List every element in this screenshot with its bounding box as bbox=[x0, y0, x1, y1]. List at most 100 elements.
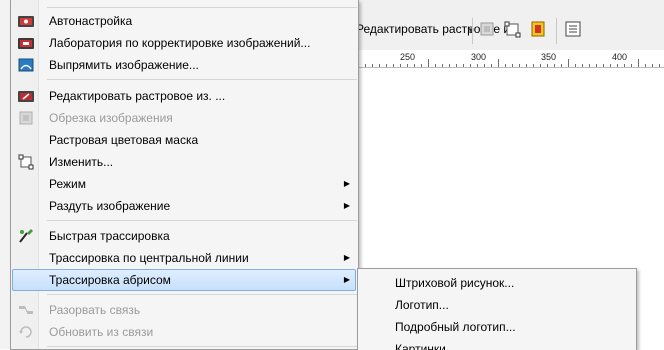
edit-bitmap-icon bbox=[17, 87, 35, 105]
menu-item-crop-bitmap[interactable]: Обрезка изображения bbox=[12, 107, 356, 129]
submenu-item-detailed-logo[interactable]: Подробный логотип... bbox=[358, 316, 636, 338]
ruler-tick bbox=[624, 64, 625, 67]
ruler-tick bbox=[596, 64, 597, 67]
menu-item-label: Растровая цветовая маска bbox=[49, 133, 199, 147]
menu-item-label: Обновить из связи bbox=[49, 325, 154, 339]
ruler-tick bbox=[575, 64, 576, 67]
menu-item-label: Лаборатория по корректировке изображений… bbox=[49, 36, 311, 50]
ruler-tick bbox=[582, 64, 583, 67]
menu-item-autoadjust[interactable]: Автонастройка bbox=[12, 10, 356, 32]
menu-separator bbox=[47, 7, 357, 8]
outline-trace-submenu: Штриховой рисунок... Логотип... Подробны… bbox=[357, 268, 637, 350]
ruler-tick bbox=[407, 64, 408, 67]
ruler-tick bbox=[645, 64, 646, 67]
ruler-tick bbox=[659, 64, 660, 67]
ruler-tick bbox=[414, 64, 415, 67]
menu-item-label: Режим bbox=[49, 177, 86, 191]
resample-icon bbox=[17, 153, 35, 171]
ruler-tick bbox=[526, 64, 527, 67]
ruler-label: 400 bbox=[612, 52, 628, 62]
submenu-arrow-icon: ▶ bbox=[343, 275, 350, 284]
menu-item-label: Трассировка абрисом bbox=[49, 273, 171, 287]
ruler-tick bbox=[477, 64, 478, 67]
submenu-item-clipart[interactable]: Картинки bbox=[358, 338, 636, 350]
trace-options-icon[interactable] bbox=[564, 20, 582, 38]
toolbar-divider bbox=[556, 18, 557, 44]
ruler-tick bbox=[547, 64, 548, 67]
ruler-tick bbox=[589, 64, 590, 67]
toolbar-divider bbox=[472, 18, 473, 44]
menu-item-label: Обрезка изображения bbox=[49, 111, 173, 125]
submenu-item-line-art[interactable]: Штриховой рисунок... bbox=[358, 272, 636, 294]
ruler-label: 350 bbox=[541, 52, 557, 62]
menu-item-label: Выпрямить изображение... bbox=[49, 58, 199, 72]
ruler-tick bbox=[393, 64, 394, 67]
menu-item-label: Быстрая трассировка bbox=[49, 229, 170, 243]
menu-item-centerline-trace[interactable]: Трассировка по центральной линии ▶ bbox=[12, 247, 356, 269]
ruler-tick bbox=[428, 59, 429, 67]
menu-item-label: Раздуть изображение bbox=[49, 199, 171, 213]
break-link-icon bbox=[17, 301, 35, 319]
menu-item-label: Изменить... bbox=[49, 155, 114, 169]
ruler-tick bbox=[365, 64, 366, 67]
straighten-icon bbox=[17, 56, 35, 74]
submenu-item-label: Логотип... bbox=[395, 298, 449, 312]
menu-separator bbox=[47, 294, 357, 295]
ruler-tick bbox=[561, 64, 562, 67]
submenu-item-label: Штриховой рисунок... bbox=[395, 276, 515, 290]
menu-item-edit-bitmap[interactable]: Редактировать растровое из. ... bbox=[12, 85, 356, 107]
ruler-tick bbox=[449, 64, 450, 67]
submenu-item-logo[interactable]: Логотип... bbox=[358, 294, 636, 316]
menu-item-bitmap-color-mask[interactable]: Растровая цветовая маска bbox=[12, 129, 356, 151]
menu-item-inflate-bitmap[interactable]: Раздуть изображение ▶ bbox=[12, 195, 356, 217]
resample-icon[interactable] bbox=[504, 20, 522, 38]
ruler-tick bbox=[533, 64, 534, 67]
menu-item-label: Автонастройка bbox=[49, 14, 133, 28]
ruler-label: 250 bbox=[400, 52, 416, 62]
menu-separator bbox=[47, 79, 357, 80]
ruler-tick bbox=[603, 64, 604, 67]
ruler-tick bbox=[631, 64, 632, 67]
ruler-tick bbox=[617, 64, 618, 67]
ruler-tick bbox=[435, 64, 436, 67]
ruler-tick bbox=[379, 64, 380, 67]
ruler-tick bbox=[519, 64, 520, 67]
ruler-tick bbox=[386, 64, 387, 67]
update-link-icon bbox=[17, 323, 35, 341]
ruler-tick bbox=[498, 59, 499, 67]
submenu-item-label: Подробный логотип... bbox=[395, 320, 516, 334]
ruler-tick bbox=[484, 64, 485, 67]
ruler-tick bbox=[652, 64, 653, 67]
ruler-tick bbox=[442, 64, 443, 67]
menu-separator bbox=[47, 220, 357, 221]
menu-item-straighten-image[interactable]: Выпрямить изображение... bbox=[12, 54, 356, 76]
ruler-tick bbox=[610, 64, 611, 67]
bitmap-color-mask-icon[interactable] bbox=[529, 20, 547, 38]
ruler-tick bbox=[554, 64, 555, 67]
ruler-tick bbox=[491, 64, 492, 67]
ruler-tick bbox=[421, 64, 422, 67]
menu-item-break-link[interactable]: Разорвать связь bbox=[12, 299, 356, 321]
context-menu: Автонастройка Лаборатория по корректиров… bbox=[10, 0, 359, 350]
ruler-tick bbox=[400, 64, 401, 67]
ruler-tick bbox=[505, 64, 506, 67]
ruler-tick bbox=[638, 59, 639, 67]
menu-item-resample[interactable]: Изменить... bbox=[12, 151, 356, 173]
ruler-tick bbox=[372, 64, 373, 67]
ruler-tick bbox=[470, 64, 471, 67]
submenu-arrow-icon: ▶ bbox=[343, 253, 350, 262]
menu-item-label: Редактировать растровое из. ... bbox=[49, 89, 226, 103]
chevron-down-icon[interactable]: ▼ bbox=[467, 26, 475, 35]
ruler-tick bbox=[512, 64, 513, 67]
submenu-arrow-icon: ▶ bbox=[343, 201, 350, 210]
crop-bitmap-icon[interactable] bbox=[478, 20, 496, 38]
menu-item-quick-trace[interactable]: Быстрая трассировка bbox=[12, 225, 356, 247]
menu-item-update-from-link[interactable]: Обновить из связи bbox=[12, 321, 356, 343]
menu-item-image-adjustment-lab[interactable]: Лаборатория по корректировке изображений… bbox=[12, 32, 356, 54]
submenu-arrow-icon: ▶ bbox=[343, 179, 350, 188]
menu-item-label: Трассировка по центральной линии bbox=[49, 251, 249, 265]
menu-item-mode[interactable]: Режим ▶ bbox=[12, 173, 356, 195]
menu-item-outline-trace[interactable]: Трассировка абрисом ▶ bbox=[12, 269, 356, 291]
image-lab-icon bbox=[17, 34, 35, 52]
ruler-tick bbox=[568, 59, 569, 67]
